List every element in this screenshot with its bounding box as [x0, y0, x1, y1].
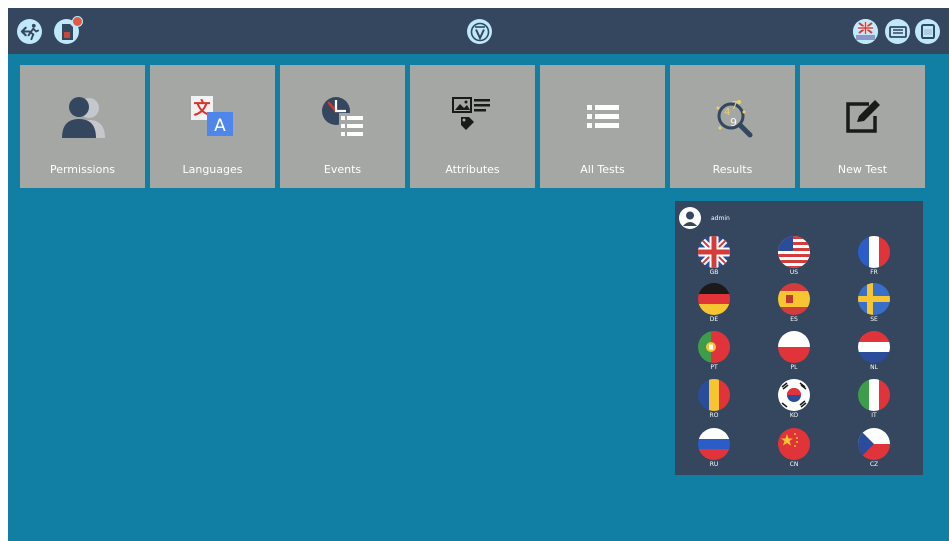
- fr-flag-icon: [858, 236, 890, 268]
- notification-badge: [72, 16, 83, 27]
- flag-code: PT: [710, 364, 718, 371]
- keyboard-icon[interactable]: [885, 19, 910, 44]
- flag-code: DE: [709, 316, 719, 323]
- de-flag-icon: [698, 283, 730, 315]
- flag-code: IT: [871, 412, 877, 419]
- sim-card-icon[interactable]: [54, 16, 83, 44]
- flag-cn[interactable]: CN: [777, 428, 811, 472]
- flag-pl[interactable]: PL: [777, 331, 811, 375]
- image-tag-icon: [410, 87, 535, 147]
- us-flag-icon: [778, 236, 810, 268]
- nl-flag-icon: [858, 331, 890, 363]
- edit-icon: [800, 87, 925, 147]
- flag-code: KO: [789, 412, 799, 419]
- user-row: admin: [679, 207, 730, 229]
- tile-languages[interactable]: 文 A Languages: [150, 65, 275, 188]
- svg-text:A: A: [214, 116, 226, 136]
- exit-icon[interactable]: [17, 19, 42, 44]
- svg-text:9: 9: [730, 116, 737, 129]
- se-flag-icon: [858, 283, 890, 315]
- flag-code: US: [789, 269, 799, 276]
- tile-label: Permissions: [49, 163, 116, 176]
- flag-code: RO: [709, 412, 719, 419]
- tile-label: Attributes: [445, 163, 500, 176]
- magnifier-numbers-icon: 4 7 9: [670, 87, 795, 147]
- flag-pt[interactable]: PT: [697, 331, 731, 375]
- flag-code: GB: [709, 269, 719, 276]
- cz-flag-icon: [858, 428, 890, 460]
- user-avatar-icon: [679, 207, 701, 229]
- flag-de[interactable]: DE: [697, 283, 731, 327]
- flag-se[interactable]: SE: [857, 283, 891, 327]
- ru-flag-icon: [698, 428, 730, 460]
- es-flag-icon: [778, 283, 810, 315]
- tile-new-test[interactable]: New Test: [800, 65, 925, 188]
- clock-list-icon: [280, 87, 405, 147]
- tile-label: New Test: [837, 163, 888, 176]
- ro-flag-icon: [698, 379, 730, 411]
- tile-label: Languages: [182, 163, 243, 176]
- tile-label: Events: [323, 163, 362, 176]
- flag-code: CZ: [869, 461, 879, 468]
- flag-code: RU: [709, 461, 719, 468]
- tile-permissions[interactable]: Permissions: [20, 65, 145, 188]
- tile-label: Results: [712, 163, 753, 176]
- screen-icon[interactable]: [915, 19, 940, 44]
- ko-flag-icon: [778, 379, 810, 411]
- flag-it[interactable]: IT: [857, 379, 891, 423]
- translate-icon: 文 A: [150, 87, 275, 147]
- v-logo-icon[interactable]: [467, 19, 492, 44]
- user-permissions-icon: [20, 87, 145, 147]
- gb-flag-icon: [698, 236, 730, 268]
- top-bar: [8, 8, 949, 54]
- flag-code: CN: [789, 461, 799, 468]
- flag-nl[interactable]: NL: [857, 331, 891, 375]
- it-flag-icon: [858, 379, 890, 411]
- flag-code: SE: [870, 316, 878, 323]
- cn-flag-icon: [778, 428, 810, 460]
- flag-fr[interactable]: FR: [857, 236, 891, 280]
- flag-gb[interactable]: GB: [697, 236, 731, 280]
- tile-attributes[interactable]: Attributes: [410, 65, 535, 188]
- pt-flag-icon: [698, 331, 730, 363]
- tile-all-tests[interactable]: All Tests: [540, 65, 665, 188]
- flag-code: PL: [790, 364, 798, 371]
- pl-flag-icon: [778, 331, 810, 363]
- flag-code: FR: [870, 269, 878, 276]
- uk-flag-icon[interactable]: [853, 19, 878, 44]
- list-icon: [540, 87, 665, 147]
- tile-label: All Tests: [580, 163, 625, 176]
- flag-code: ES: [790, 316, 798, 323]
- flag-ko[interactable]: KO: [777, 379, 811, 423]
- username: admin: [711, 214, 730, 222]
- svg-text:7: 7: [731, 99, 738, 112]
- flag-ru[interactable]: RU: [697, 428, 731, 472]
- flag-cz[interactable]: CZ: [857, 428, 891, 472]
- flag-us[interactable]: US: [777, 236, 811, 280]
- tile-events[interactable]: Events: [280, 65, 405, 188]
- flag-ro[interactable]: RO: [697, 379, 731, 423]
- flag-es[interactable]: ES: [777, 283, 811, 327]
- tile-results[interactable]: 4 7 9 Results: [670, 65, 795, 188]
- language-panel: admin GB US FR DE ES SE PT PL NL RO KO I…: [675, 201, 923, 475]
- flag-code: NL: [870, 364, 878, 371]
- app-window: Permissions 文 A Languages Events Attribu…: [8, 8, 949, 541]
